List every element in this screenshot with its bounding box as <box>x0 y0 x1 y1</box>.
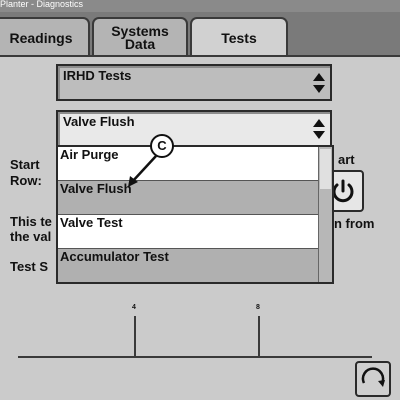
title-bar: Planter - Diagnostics <box>0 0 400 12</box>
up-down-arrows-icon <box>313 119 325 139</box>
start-row-label-line2: Row: <box>10 173 42 188</box>
test-select-value: Valve Flush <box>63 114 135 129</box>
tab-readings[interactable]: Readings <box>0 17 90 57</box>
up-down-arrows-icon <box>313 73 325 93</box>
test-description-line1: This te <box>10 214 52 229</box>
test-status-label: Test S <box>10 259 49 274</box>
dropdown-option-accumulator-test[interactable]: Accumulator Test <box>58 248 320 282</box>
refresh-icon <box>361 367 385 387</box>
tab-systems-data-line2: Data <box>124 36 156 52</box>
gauge-tick-label: 8 <box>256 304 260 311</box>
test-group-select[interactable]: IRHD Tests <box>56 64 332 101</box>
gauge-tick <box>258 316 260 358</box>
start-row-label-line1: Start <box>10 157 40 172</box>
dropdown-option-air-purge[interactable]: Air Purge <box>58 147 320 181</box>
gauge-tick <box>134 316 136 358</box>
dropdown-scroll-thumb[interactable] <box>320 149 331 189</box>
test-select-dropdown[interactable]: Air Purge Valve Flush Valve Test Accumul… <box>56 145 334 284</box>
test-description-line2: the val <box>10 229 52 244</box>
test-description: This te the val <box>10 214 52 244</box>
dropdown-option-label: Accumulator Test <box>60 249 169 264</box>
test-group-select-value: IRHD Tests <box>63 68 132 83</box>
test-select[interactable]: Valve Flush <box>56 110 332 147</box>
tab-systems-data[interactable]: Systems Data <box>92 17 188 57</box>
start-label: art <box>338 152 355 167</box>
tab-bar: Readings Systems Data Tests <box>0 12 400 58</box>
dropdown-option-label: Air Purge <box>60 147 119 162</box>
tab-tests[interactable]: Tests <box>190 17 288 58</box>
dropdown-option-valve-test[interactable]: Valve Test <box>58 214 320 248</box>
gauge-tick-label: 4 <box>132 304 136 311</box>
test-description-right: n from <box>334 216 375 231</box>
dropdown-option-valve-flush[interactable]: Valve Flush <box>58 180 320 214</box>
dropdown-option-label: Valve Test <box>60 215 123 230</box>
refresh-button[interactable] <box>355 361 391 397</box>
dropdown-scrollbar[interactable] <box>318 147 332 282</box>
gauge-baseline <box>18 356 372 358</box>
start-row-label: Start Row: <box>10 157 42 189</box>
callout-c: C <box>150 134 174 158</box>
window-title: Planter - Diagnostics <box>0 0 84 9</box>
